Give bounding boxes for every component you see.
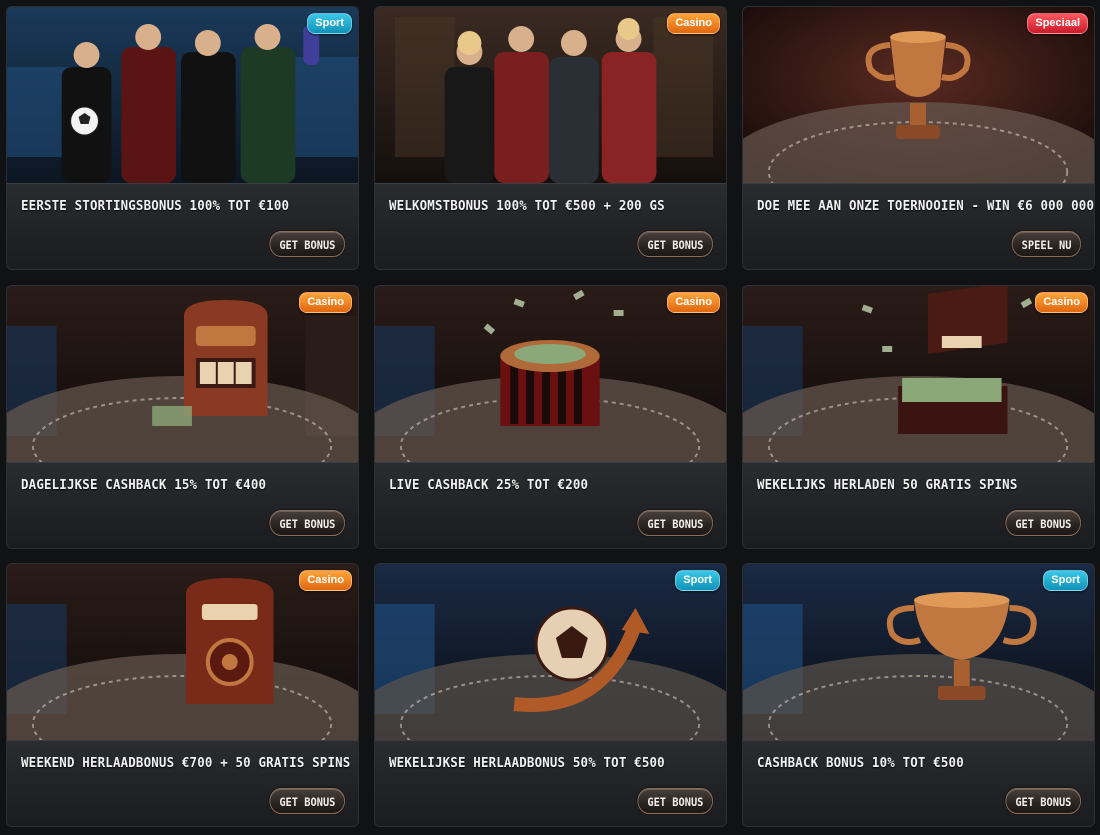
promo-image[interactable] <box>7 7 358 183</box>
promo-info: CASHBACK BONUS 10% TOT €500 GET BONUS <box>743 740 1094 826</box>
promo-title: WELKOMSTBONUS 100% TOT €500 + 200 GS <box>389 198 665 214</box>
play-now-button[interactable]: SPEEL NU <box>1011 231 1081 257</box>
promo-card[interactable]: Casino WEKELIJKS HERLADEN 50 GRATIS SPIN… <box>742 285 1095 549</box>
promo-info: WEEKEND HERLAADBONUS €700 + 50 GRATIS SP… <box>7 740 358 826</box>
promo-title: LIVE CASHBACK 25% TOT €200 <box>389 477 589 493</box>
casino-badge: Casino <box>299 292 352 313</box>
promo-info: DOE MEE AAN ONZE TOERNOOIEN - WIN €6 000… <box>743 183 1095 269</box>
players-with-soccer-ball-icon <box>7 7 358 183</box>
get-bonus-button[interactable]: GET BONUS <box>637 231 713 257</box>
get-bonus-button[interactable]: GET BONUS <box>269 788 345 814</box>
promo-card[interactable]: Sport EERSTE STORTINGSBONUS 100% TOT €10… <box>6 6 359 270</box>
sport-badge: Sport <box>1043 570 1088 591</box>
casino-badge: Casino <box>1035 292 1088 313</box>
promo-card[interactable]: Casino LIVE CASHBACK 25% TOT €200 GET BO… <box>374 285 727 549</box>
bronze-trophy-bowl-icon <box>743 564 1094 740</box>
speciaal-badge: Speciaal <box>1027 13 1088 34</box>
promo-info: LIVE CASHBACK 25% TOT €200 GET BONUS <box>375 462 726 548</box>
promo-image[interactable] <box>375 564 726 740</box>
promo-title: CASHBACK BONUS 10% TOT €500 <box>757 755 964 771</box>
promo-image[interactable] <box>743 564 1094 740</box>
promo-card[interactable]: Sport CASHBACK BONUS 10% TOT €500 GET BO… <box>742 563 1095 827</box>
get-bonus-button[interactable]: GET BONUS <box>637 510 713 536</box>
promo-info: EERSTE STORTINGSBONUS 100% TOT €100 GET … <box>7 183 358 269</box>
promo-title: WEEKEND HERLAADBONUS €700 + 50 GRATIS SP… <box>21 755 351 771</box>
promo-info: DAGELIJKSE CASHBACK 15% TOT €400 GET BON… <box>7 462 358 548</box>
promo-title: EERSTE STORTINGSBONUS 100% TOT €100 <box>21 198 290 214</box>
get-bonus-button[interactable]: GET BONUS <box>637 788 713 814</box>
promo-title: WEKELIJKS HERLADEN 50 GRATIS SPINS <box>757 477 1018 493</box>
casino-badge: Casino <box>667 13 720 34</box>
promo-title: DOE MEE AAN ONZE TOERNOOIEN - WIN €6 000… <box>757 198 1095 214</box>
sport-badge: Sport <box>675 570 720 591</box>
promo-card[interactable]: Casino DAGELIJKSE CASHBACK 15% TOT €400 … <box>6 285 359 549</box>
get-bonus-button[interactable]: GET BONUS <box>1005 788 1081 814</box>
get-bonus-button[interactable]: GET BONUS <box>1005 510 1081 536</box>
promo-title: DAGELIJKSE CASHBACK 15% TOT €400 <box>21 477 267 493</box>
promo-info: WELKOMSTBONUS 100% TOT €500 + 200 GS GET… <box>375 183 726 269</box>
promo-card[interactable]: Casino WELKOMSTBONUS 100% TOT €500 + 200… <box>374 6 727 270</box>
promo-card[interactable]: Sport WEKELIJKSE HERLAADBONUS 50% TOT €5… <box>374 563 727 827</box>
promo-info: WEKELIJKS HERLADEN 50 GRATIS SPINS GET B… <box>743 462 1094 548</box>
promotions-grid: Sport EERSTE STORTINGSBONUS 100% TOT €10… <box>0 0 1100 835</box>
soccer-ball-arrow-icon <box>375 564 726 740</box>
get-bonus-button[interactable]: GET BONUS <box>269 231 345 257</box>
promo-title: WEKELIJKSE HERLAADBONUS 50% TOT €500 <box>389 755 665 771</box>
get-bonus-button[interactable]: GET BONUS <box>269 510 345 536</box>
sport-badge: Sport <box>307 13 352 34</box>
casino-badge: Casino <box>667 292 720 313</box>
casino-badge: Casino <box>299 570 352 591</box>
promo-card[interactable]: Casino WEEKEND HERLAADBONUS €700 + 50 GR… <box>6 563 359 827</box>
promo-card[interactable]: Speciaal DOE MEE AAN ONZE TOERNOOIEN - W… <box>742 6 1095 270</box>
promo-info: WEKELIJKSE HERLAADBONUS 50% TOT €500 GET… <box>375 740 726 826</box>
